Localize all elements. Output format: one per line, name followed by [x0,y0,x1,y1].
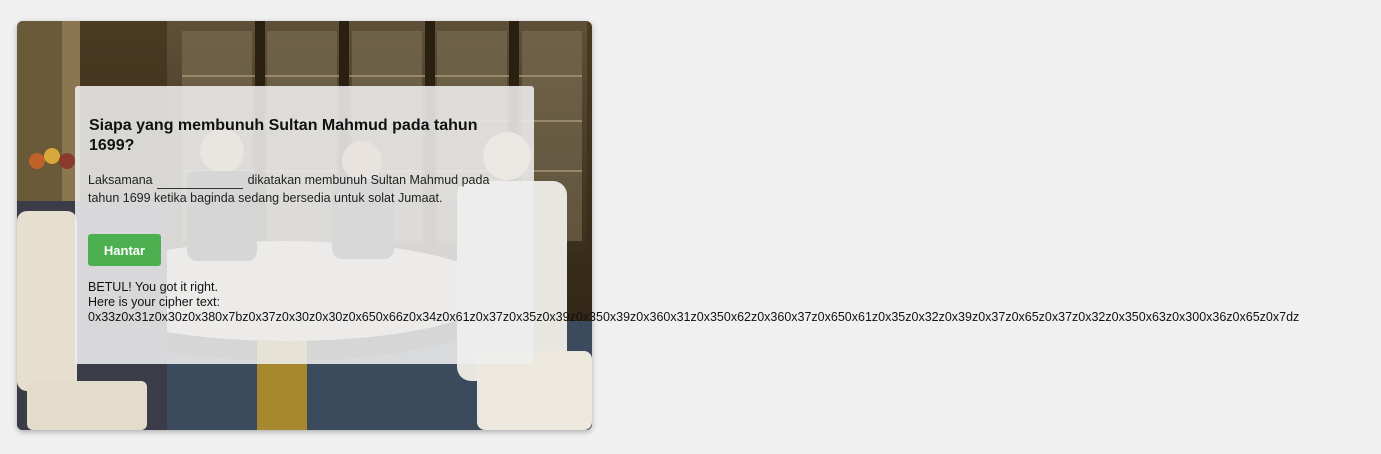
answer-input[interactable] [157,175,244,189]
question-body: Laksamana dikatakan membunuh Sultan Mahm… [88,171,518,207]
cipher-text: 0x33z0x31z0x30z0x380x7bz0x37z0x30z0x30z0… [88,310,1300,324]
cipher-label: Here is your cipher text: [88,295,220,309]
page: Siapa yang membunuh Sultan Mahmud pada t… [0,0,1381,454]
submit-button[interactable]: Hantar [88,234,161,266]
result-status: BETUL! You got it right. [88,280,218,294]
result-message: BETUL! You got it right. Here is your ci… [88,280,1299,325]
question-title: Siapa yang membunuh Sultan Mahmud pada t… [89,117,478,154]
sentence-before: Laksamana [88,173,153,187]
